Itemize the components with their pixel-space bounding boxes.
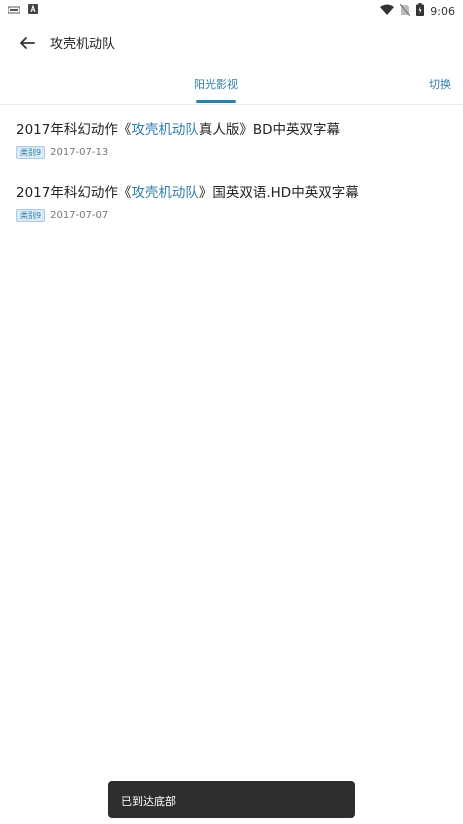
title-prefix: 2017年科幻动作《 (16, 185, 132, 201)
title-prefix: 2017年科幻动作《 (16, 122, 132, 138)
notification-icon (7, 4, 21, 17)
title-suffix: 》国英双语.HD中英双字幕 (198, 185, 359, 201)
result-title: 2017年科幻动作《攻壳机动队真人版》BD中英双字幕 (16, 118, 456, 138)
back-button[interactable] (14, 30, 40, 56)
no-sim-icon (399, 3, 411, 19)
source-tabs: 阳光影视 切换 (0, 70, 463, 105)
page-title: 攻壳机动队 (50, 37, 116, 52)
status-time: 9:06 (430, 4, 455, 18)
result-date: 2017-07-13 (50, 147, 109, 158)
toast: 已到达底部 (108, 781, 355, 818)
result-title: 2017年科幻动作《攻壳机动队》国英双语.HD中英双字幕 (16, 181, 456, 201)
wifi-icon (380, 4, 395, 18)
title-highlight: 攻壳机动队 (131, 185, 199, 201)
toast-text: 已到达底部 (121, 795, 176, 808)
title-suffix: 真人版》BD中英双字幕 (198, 122, 341, 138)
status-bar: 9:06 (0, 0, 463, 20)
title-highlight: 攻壳机动队 (131, 122, 199, 138)
app-bar: 攻壳机动队 (0, 20, 463, 64)
switch-button[interactable]: 切换 (429, 76, 451, 92)
tab-indicator (196, 100, 236, 103)
font-app-icon (28, 4, 38, 17)
result-date: 2017-07-07 (50, 210, 109, 221)
arrow-left-icon (14, 37, 40, 60)
tab-yangguang[interactable]: 阳光影视 (194, 76, 238, 92)
category-badge: 类别9 (16, 146, 46, 159)
category-badge: 类别9 (16, 209, 46, 222)
list-item[interactable]: 2017年科幻动作《攻壳机动队》国英双语.HD中英双字幕 类别9 2017-07… (16, 181, 456, 222)
list-item[interactable]: 2017年科幻动作《攻壳机动队真人版》BD中英双字幕 类别9 2017-07-1… (16, 118, 456, 159)
battery-charging-icon (416, 3, 425, 19)
